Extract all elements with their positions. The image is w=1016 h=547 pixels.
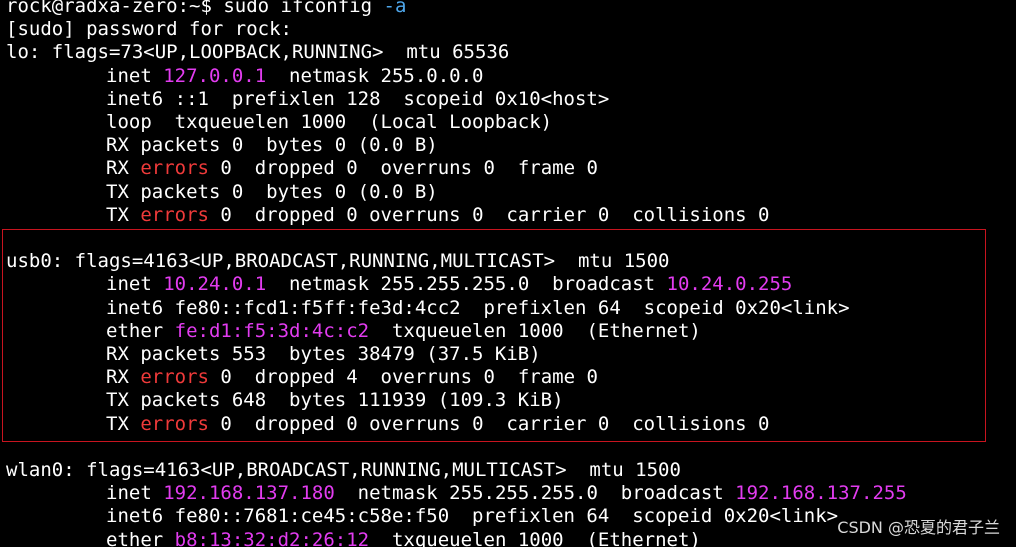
highlighted-text: b8:13:32:d2:26:12 — [174, 528, 370, 547]
terminal-line: ether fe:d1:f5:3d:4c:c2 txqueuelen 1000 … — [6, 320, 701, 343]
terminal-line: TX errors 0 dropped 0 overruns 0 carrier… — [6, 204, 769, 227]
highlighted-text: errors — [140, 412, 209, 435]
highlighted-text: 192.168.137.180 — [163, 482, 335, 505]
terminal-line: RX errors 0 dropped 0 overruns 0 frame 0 — [6, 157, 598, 180]
highlighted-text: -a — [383, 0, 407, 17]
terminal-text: netmask 255.0.0.0 — [266, 64, 484, 87]
terminal-text: ether — [106, 528, 175, 547]
terminal-text: inet — [106, 273, 164, 296]
terminal-text: netmask 255.255.255.0 broadcast — [266, 273, 667, 296]
terminal-text: txqueuelen 1000 (Ethernet) — [369, 528, 701, 547]
terminal-line: rock@radxa-zero:~$ sudo ifconfig -a — [6, 0, 406, 18]
terminal-text: inet — [106, 64, 164, 87]
terminal-line: ether b8:13:32:d2:26:12 txqueuelen 1000 … — [6, 529, 701, 547]
terminal-text: rock@radxa-zero:~$ sudo ifconfig — [6, 0, 384, 17]
terminal-text: inet — [106, 482, 164, 505]
terminal-line: loop txqueuelen 1000 (Local Loopback) — [6, 111, 552, 134]
terminal-line: RX packets 553 bytes 38479 (37.5 KiB) — [6, 343, 541, 366]
terminal-line: [sudo] password for rock: — [6, 18, 292, 41]
highlighted-text: 10.24.0.255 — [666, 273, 793, 296]
highlighted-text: errors — [140, 157, 209, 180]
terminal-line: TX packets 648 bytes 111939 (109.3 KiB) — [6, 389, 564, 412]
terminal-text: netmask 255.255.255.0 broadcast — [334, 482, 736, 505]
highlighted-text: errors — [140, 366, 209, 389]
terminal-line: inet 10.24.0.1 netmask 255.255.255.0 bro… — [6, 273, 792, 296]
terminal-text: RX — [106, 366, 141, 389]
terminal-text: 0 dropped 0 overruns 0 carrier 0 collisi… — [208, 412, 770, 435]
terminal-line: RX errors 0 dropped 4 overruns 0 frame 0 — [6, 366, 598, 389]
terminal-text: lo: flags=73<UP,LOOPBACK,RUNNING> mtu 65… — [6, 41, 510, 64]
terminal-text: loop txqueuelen 1000 (Local Loopback) — [106, 111, 553, 133]
terminal-text: TX packets 0 bytes 0 (0.0 B) — [106, 180, 438, 203]
terminal-text: usb0: flags=4163<UP,BROADCAST,RUNNING,MU… — [6, 250, 670, 273]
terminal-text: 0 dropped 0 overruns 0 carrier 0 collisi… — [208, 203, 770, 226]
terminal-line: inet 127.0.0.1 netmask 255.0.0.0 — [6, 65, 484, 88]
terminal-text: txqueuelen 1000 (Ethernet) — [369, 319, 701, 342]
terminal-text: 0 dropped 0 overruns 0 frame 0 — [208, 157, 598, 180]
terminal-line: TX errors 0 dropped 0 overruns 0 carrier… — [6, 413, 769, 436]
highlighted-text: 127.0.0.1 — [163, 64, 267, 87]
terminal-window[interactable]: rock@radxa-zero:~$ sudo ifconfig -a [sudo… — [0, 0, 1016, 547]
terminal-line: inet 192.168.137.180 netmask 255.255.255… — [6, 482, 907, 505]
watermark: CSDN @恐夏的君子兰 — [837, 517, 1000, 537]
terminal-text: [sudo] password for rock: — [6, 18, 292, 41]
terminal-text: TX — [106, 412, 141, 435]
terminal-text: inet6 fe80::fcd1:f5ff:fe3d:4cc2 prefixle… — [106, 296, 850, 319]
terminal-line: usb0: flags=4163<UP,BROADCAST,RUNNING,MU… — [6, 250, 669, 273]
terminal-line: TX packets 0 bytes 0 (0.0 B) — [6, 181, 438, 204]
terminal-text: TX — [106, 203, 141, 226]
terminal-line: wlan0: flags=4163<UP,BROADCAST,RUNNING,M… — [6, 459, 681, 482]
terminal-text: RX — [106, 157, 141, 180]
terminal-text: 0 dropped 4 overruns 0 frame 0 — [208, 366, 598, 389]
terminal-text: inet6 fe80::7681:ce45:c58e:f50 prefixlen… — [106, 505, 839, 528]
terminal-text: inet6 ::1 prefixlen 128 scopeid 0x10<hos… — [106, 87, 610, 110]
terminal-line: inet6 fe80::fcd1:f5ff:fe3d:4cc2 prefixle… — [6, 297, 850, 320]
highlighted-text: 10.24.0.1 — [163, 273, 267, 296]
terminal-line: inet6 ::1 prefixlen 128 scopeid 0x10<hos… — [6, 88, 609, 111]
terminal-line: lo: flags=73<UP,LOOPBACK,RUNNING> mtu 65… — [6, 41, 509, 64]
terminal-line: RX packets 0 bytes 0 (0.0 B) — [6, 134, 438, 157]
highlighted-text: errors — [140, 203, 209, 226]
terminal-text: ether — [106, 319, 175, 342]
terminal-text: RX packets 0 bytes 0 (0.0 B) — [106, 134, 438, 157]
terminal-text: TX packets 648 bytes 111939 (109.3 KiB) — [106, 389, 564, 412]
terminal-line: inet6 fe80::7681:ce45:c58e:f50 prefixlen… — [6, 505, 838, 528]
highlighted-text: 192.168.137.255 — [735, 482, 907, 505]
terminal-text: wlan0: flags=4163<UP,BROADCAST,RUNNING,M… — [6, 459, 681, 481]
terminal-text: RX packets 553 bytes 38479 (37.5 KiB) — [106, 343, 541, 365]
highlighted-text: fe:d1:f5:3d:4c:c2 — [174, 319, 370, 342]
